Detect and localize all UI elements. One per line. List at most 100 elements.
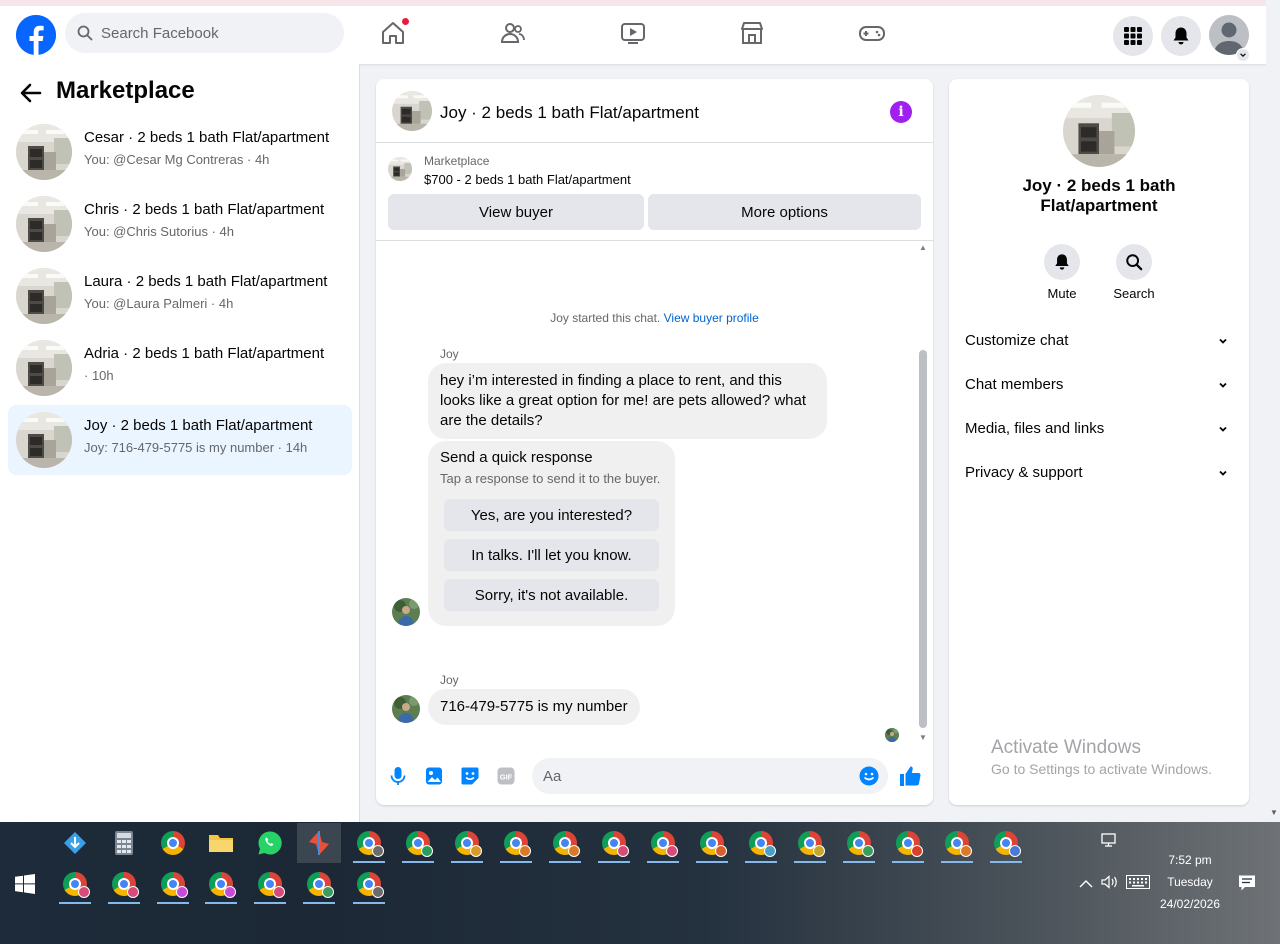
chat-scroll-thumb[interactable] <box>919 350 927 728</box>
conversation-item[interactable]: Chris · 2 beds 1 bath Flat/apartment You:… <box>8 189 352 259</box>
grid-menu-icon <box>1124 27 1142 45</box>
voice-clip-button[interactable] <box>388 766 410 788</box>
chrome-window-icon[interactable] <box>297 864 341 904</box>
quick-response-option[interactable]: Yes, are you interested? <box>444 499 659 531</box>
search-input[interactable] <box>101 24 321 42</box>
sender-avatar[interactable] <box>392 598 420 626</box>
thumbs-up-icon <box>900 766 921 786</box>
emoji-button[interactable] <box>859 766 879 786</box>
mute-circle[interactable] <box>1044 244 1080 280</box>
chrome-window-icon[interactable] <box>199 864 243 904</box>
quick-response-card: Send a quick response Tap a response to … <box>428 441 675 626</box>
windows-taskbar: 7:52 pm Tuesday 24/02/2026 <box>0 822 1280 944</box>
sender-avatar[interactable] <box>392 695 420 723</box>
quick-response-option[interactable]: Sorry, it's not available. <box>444 579 659 611</box>
quick-response-subtitle: Tap a response to send it to the buyer. <box>440 471 661 486</box>
gif-button[interactable]: GIF <box>496 766 518 788</box>
notifications-button[interactable] <box>1161 16 1201 56</box>
marketplace-nav-button[interactable] <box>739 20 767 48</box>
send-like-button[interactable] <box>898 764 922 788</box>
chrome-window-icon[interactable] <box>248 864 292 904</box>
mute-button[interactable]: Mute <box>1032 244 1092 301</box>
account-chevron-icon[interactable] <box>1236 48 1250 62</box>
chat-details-thumbnail[interactable] <box>1063 95 1135 167</box>
marketplace-icon <box>741 22 763 44</box>
chrome-window-icon[interactable] <box>788 823 832 863</box>
facebook-logo[interactable] <box>16 15 56 55</box>
chevron-up-icon[interactable] <box>1079 876 1093 892</box>
conversation-preview: · 10h <box>84 368 114 383</box>
chrome-window-icon[interactable] <box>984 823 1028 863</box>
chrome-window-icon[interactable] <box>494 823 538 863</box>
gaming-nav-button[interactable] <box>859 20 887 48</box>
taskbar-app-icon[interactable] <box>151 823 195 863</box>
page-scroll-down-arrow-icon[interactable]: ▼ <box>1270 808 1278 817</box>
gif-icon: GIF <box>497 767 515 785</box>
customize-chat-section[interactable]: Customize chat <box>957 321 1241 361</box>
media-files-links-section[interactable]: Media, files and links <box>957 409 1241 449</box>
svg-text:GIF: GIF <box>500 773 513 782</box>
conversation-item[interactable]: Laura · 2 beds 1 bath Flat/apartment You:… <box>8 261 352 331</box>
friends-nav-button[interactable] <box>500 20 528 48</box>
more-options-button[interactable]: More options <box>648 194 921 230</box>
privacy-support-section[interactable]: Privacy & support <box>957 453 1241 493</box>
taskbar-app-icon[interactable] <box>297 823 341 863</box>
chrome-window-icon[interactable] <box>151 864 195 904</box>
search-circle[interactable] <box>1116 244 1152 280</box>
back-button[interactable] <box>18 80 44 106</box>
chrome-window-icon[interactable] <box>690 823 734 863</box>
chat-members-section[interactable]: Chat members <box>957 365 1241 405</box>
chrome-window-icon[interactable] <box>53 864 97 904</box>
chat-title[interactable]: Joy · 2 beds 1 bath Flat/apartment <box>440 103 699 123</box>
clock-day[interactable]: Tuesday <box>1150 875 1230 889</box>
chrome-window-icon[interactable] <box>592 823 636 863</box>
chrome-window-icon[interactable] <box>396 823 440 863</box>
search-bar[interactable] <box>65 13 344 53</box>
listing-small-thumbnail[interactable] <box>388 157 412 181</box>
conversation-item[interactable]: Adria · 2 beds 1 bath Flat/apartment · 1… <box>8 333 352 403</box>
conversation-item[interactable]: Joy · 2 beds 1 bath Flat/apartment Joy: 7… <box>8 405 352 475</box>
chevron-down-icon <box>1219 338 1227 344</box>
quick-response-option[interactable]: In talks. I'll let you know. <box>444 539 659 571</box>
chat-scrollbar[interactable]: ▲ ▼ <box>917 242 929 745</box>
chrome-window-icon[interactable] <box>102 864 146 904</box>
search-in-chat-button[interactable]: Search <box>1104 244 1164 301</box>
scroll-down-arrow-icon[interactable]: ▼ <box>919 734 927 742</box>
taskbar-app-icon[interactable] <box>199 823 243 863</box>
scroll-up-arrow-icon[interactable]: ▲ <box>919 244 927 252</box>
taskbar-app-icon[interactable] <box>53 823 97 863</box>
clock-time[interactable]: 7:52 pm <box>1150 853 1230 867</box>
info-icon[interactable]: i <box>890 101 912 123</box>
view-buyer-button[interactable]: View buyer <box>388 194 644 230</box>
taskbar-app-icon[interactable] <box>248 823 292 863</box>
chrome-window-icon[interactable] <box>543 823 587 863</box>
chrome-window-icon[interactable] <box>347 823 391 863</box>
windows-start-icon[interactable] <box>15 874 35 894</box>
chrome-window-icon[interactable] <box>347 864 391 904</box>
clock-date[interactable]: 24/02/2026 <box>1150 897 1230 911</box>
page-scrollbar[interactable]: ▼ <box>1266 0 1280 822</box>
home-nav-button[interactable] <box>380 17 410 48</box>
chrome-window-icon[interactable] <box>837 823 881 863</box>
chrome-window-icon[interactable] <box>445 823 489 863</box>
sticker-button[interactable] <box>460 766 482 788</box>
network-icon[interactable] <box>1101 833 1119 852</box>
attach-photo-button[interactable] <box>424 766 446 788</box>
listing-price-title[interactable]: $700 - 2 beds 1 bath Flat/apartment <box>424 172 631 187</box>
notification-center-icon[interactable] <box>1238 874 1256 895</box>
conversation-preview: Joy: 716-479-5775 is my number · 14h <box>84 440 308 455</box>
chrome-window-icon[interactable] <box>641 823 685 863</box>
message-input[interactable] <box>532 758 888 794</box>
view-buyer-profile-link[interactable]: View buyer profile <box>664 311 759 325</box>
chrome-window-icon[interactable] <box>935 823 979 863</box>
keyboard-icon[interactable] <box>1126 875 1150 892</box>
taskbar-app-icon[interactable] <box>102 823 146 863</box>
bell-icon <box>1055 254 1069 270</box>
chrome-window-icon[interactable] <box>886 823 930 863</box>
watch-nav-button[interactable] <box>620 20 648 48</box>
menu-button[interactable] <box>1113 16 1153 56</box>
listing-thumbnail[interactable] <box>392 91 432 131</box>
chrome-window-icon[interactable] <box>739 823 783 863</box>
volume-icon[interactable] <box>1101 875 1119 892</box>
conversation-item[interactable]: Cesar · 2 beds 1 bath Flat/apartment You:… <box>8 117 352 187</box>
